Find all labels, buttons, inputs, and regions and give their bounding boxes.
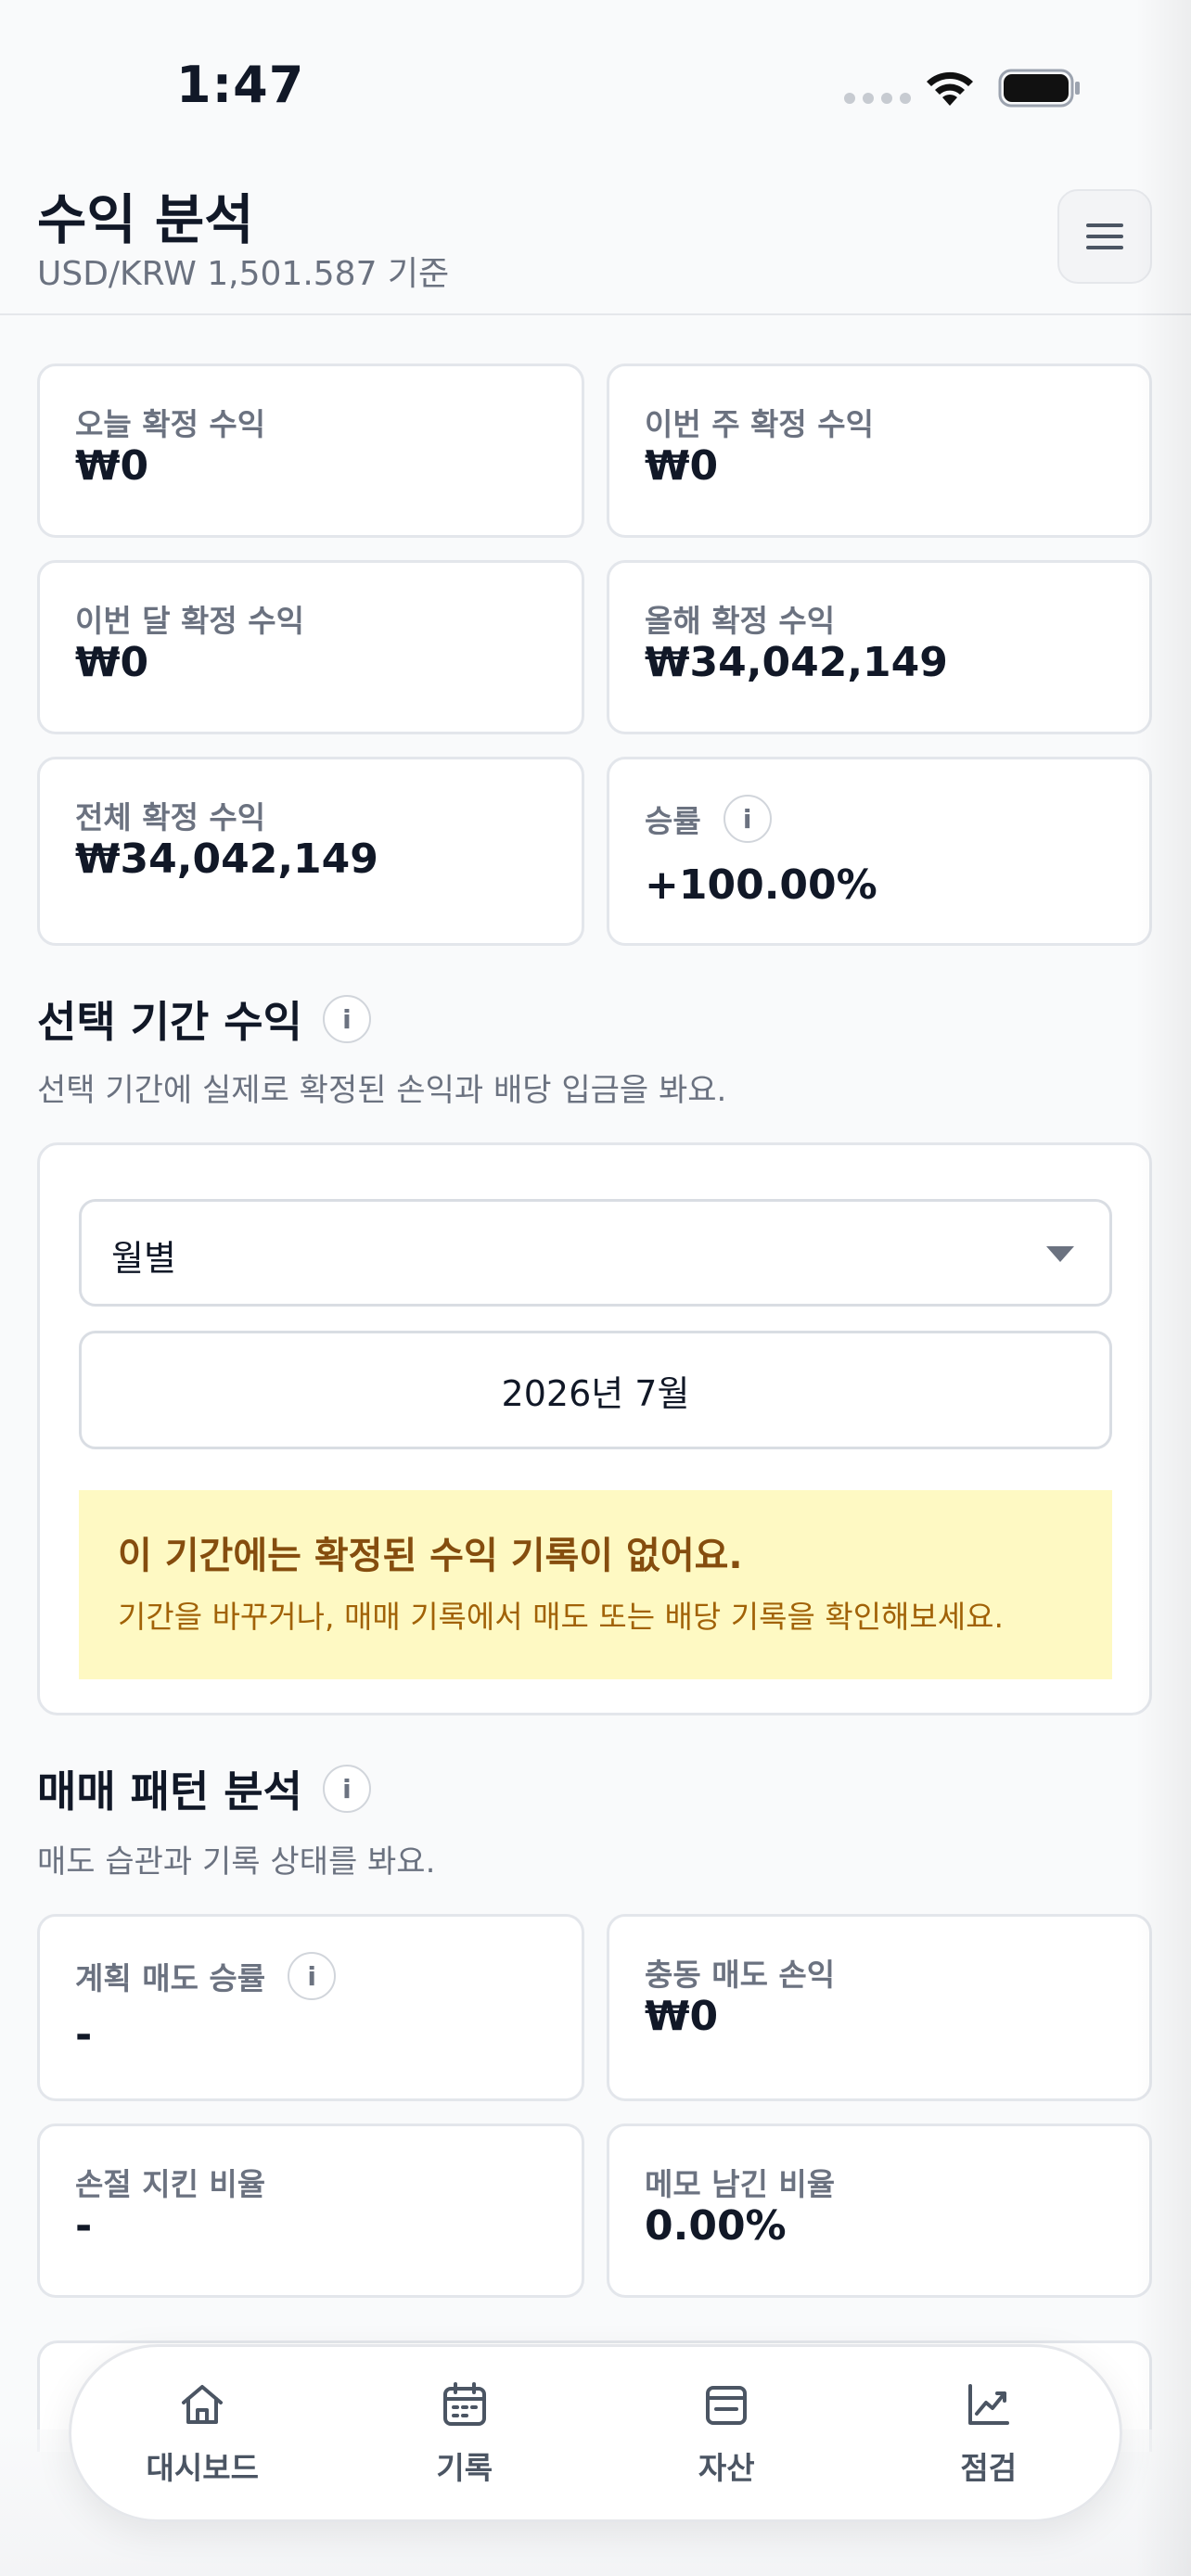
card-label: 승률 i: [645, 795, 772, 843]
card-value: ₩0: [75, 639, 149, 686]
empty-state-notice: 이 기간에는 확정된 수익 기록이 없어요. 기간을 바꾸거나, 매매 기록에서…: [79, 1490, 1112, 1679]
summary-card-week: 이번 주 확정 수익 ₩0: [607, 363, 1152, 538]
info-icon[interactable]: i: [322, 995, 371, 1043]
hamburger-icon: [1086, 223, 1123, 249]
cellular-signal-icon: [844, 93, 911, 104]
info-icon[interactable]: i: [322, 1765, 371, 1813]
period-select[interactable]: 월별: [79, 1199, 1112, 1307]
card-label: 메모 남긴 비율: [645, 2166, 836, 2202]
card-value: -: [75, 2011, 93, 2059]
summary-card-total: 전체 확정 수익 ₩34,042,149: [37, 757, 584, 946]
chevron-down-icon: [1046, 1246, 1074, 1262]
card-label: 계획 매도 승률 i: [75, 1952, 337, 2000]
pattern-section-description: 매도 습관과 기록 상태를 봐요.: [37, 1843, 436, 1881]
summary-card-today: 오늘 확정 수익 ₩0: [37, 363, 584, 538]
pattern-card-planned-sell: 계획 매도 승률 i -: [37, 1914, 584, 2101]
pattern-card-memo-rate: 메모 남긴 비율 0.00%: [607, 2123, 1152, 2298]
card-label: 손절 지킨 비율: [75, 2166, 266, 2202]
page: 1:47 수익 분석 USD/KRW 1,501.587 기준 오늘 확정 수익…: [0, 0, 1191, 2576]
menu-button[interactable]: [1057, 189, 1152, 284]
period-select-value: 월별: [111, 1238, 176, 1279]
nav-item-review[interactable]: 점검: [887, 2378, 1091, 2488]
card-value: ₩0: [645, 1993, 719, 2040]
wallet-icon: [706, 2386, 748, 2425]
status-time: 1:47: [176, 56, 305, 114]
battery-icon: [998, 69, 1080, 108]
section-title-text: 매매 패턴 분석: [37, 1766, 302, 1817]
nav-item-records[interactable]: 기록: [363, 2378, 567, 2488]
nav-item-dashboard[interactable]: 대시보드: [100, 2378, 304, 2488]
info-icon[interactable]: i: [288, 1952, 337, 2000]
info-icon[interactable]: i: [723, 795, 772, 843]
card-value: ₩0: [645, 442, 719, 490]
card-label: 올해 확정 수익: [645, 603, 836, 639]
win-rate-label: 승률: [645, 803, 701, 839]
card-value: 0.00%: [645, 2202, 787, 2250]
planned-sell-label: 계획 매도 승률: [75, 1960, 266, 1996]
card-label: 이번 주 확정 수익: [645, 406, 874, 442]
notice-title: 이 기간에는 확정된 수익 기록이 없어요.: [118, 1535, 743, 1577]
chart-icon: [967, 2384, 1009, 2425]
card-label: 충동 매도 손익: [645, 1957, 836, 1993]
period-card: 월별 2026년 7월 이 기간에는 확정된 수익 기록이 없어요. 기간을 바…: [37, 1142, 1152, 1715]
summary-card-win-rate: 승률 i +100.00%: [607, 757, 1152, 946]
notice-body: 기간을 바꾸거나, 매매 기록에서 매도 또는 배당 기록을 확인해보세요.: [118, 1599, 1004, 1635]
nav-label: 기록: [436, 2450, 493, 2486]
pattern-card-impulse-sell: 충동 매도 손익 ₩0: [607, 1914, 1152, 2101]
home-icon: [182, 2385, 224, 2424]
period-section-title: 선택 기간 수익 i: [37, 988, 371, 1050]
page-header: 수익 분석 USD/KRW 1,501.587 기준: [0, 176, 1191, 315]
bottom-navigation: 대시보드 기록 자산 점검: [69, 2344, 1122, 2522]
nav-label: 자산: [698, 2450, 755, 2486]
nav-label: 점검: [960, 2450, 1018, 2486]
wifi-icon: [927, 71, 973, 106]
pattern-card-stop-loss: 손절 지킨 비율 -: [37, 2123, 584, 2298]
summary-card-month: 이번 달 확정 수익 ₩0: [37, 560, 584, 734]
nav-item-assets[interactable]: 자산: [624, 2378, 828, 2488]
card-value: ₩34,042,149: [645, 639, 948, 686]
exchange-rate-caption: USD/KRW 1,501.587 기준: [37, 255, 450, 293]
card-label: 전체 확정 수익: [75, 799, 266, 835]
page-title: 수익 분석: [37, 188, 254, 251]
card-value: ₩34,042,149: [75, 835, 378, 883]
card-label: 이번 달 확정 수익: [75, 603, 304, 639]
summary-card-year: 올해 확정 수익 ₩34,042,149: [607, 560, 1152, 734]
section-title-text: 선택 기간 수익: [37, 997, 302, 1047]
card-value: ₩0: [75, 442, 149, 490]
period-section-description: 선택 기간에 실제로 확정된 손익과 배당 입금을 봐요.: [37, 1072, 727, 1109]
card-value: -: [75, 2202, 93, 2250]
date-picker[interactable]: 2026년 7월: [79, 1331, 1112, 1449]
calendar-icon: [442, 2382, 486, 2426]
pattern-section-title: 매매 패턴 분석 i: [37, 1758, 371, 1819]
card-value: +100.00%: [645, 861, 877, 909]
card-label: 오늘 확정 수익: [75, 406, 266, 442]
status-bar: 1:47: [0, 0, 1191, 176]
nav-label: 대시보드: [146, 2450, 259, 2486]
